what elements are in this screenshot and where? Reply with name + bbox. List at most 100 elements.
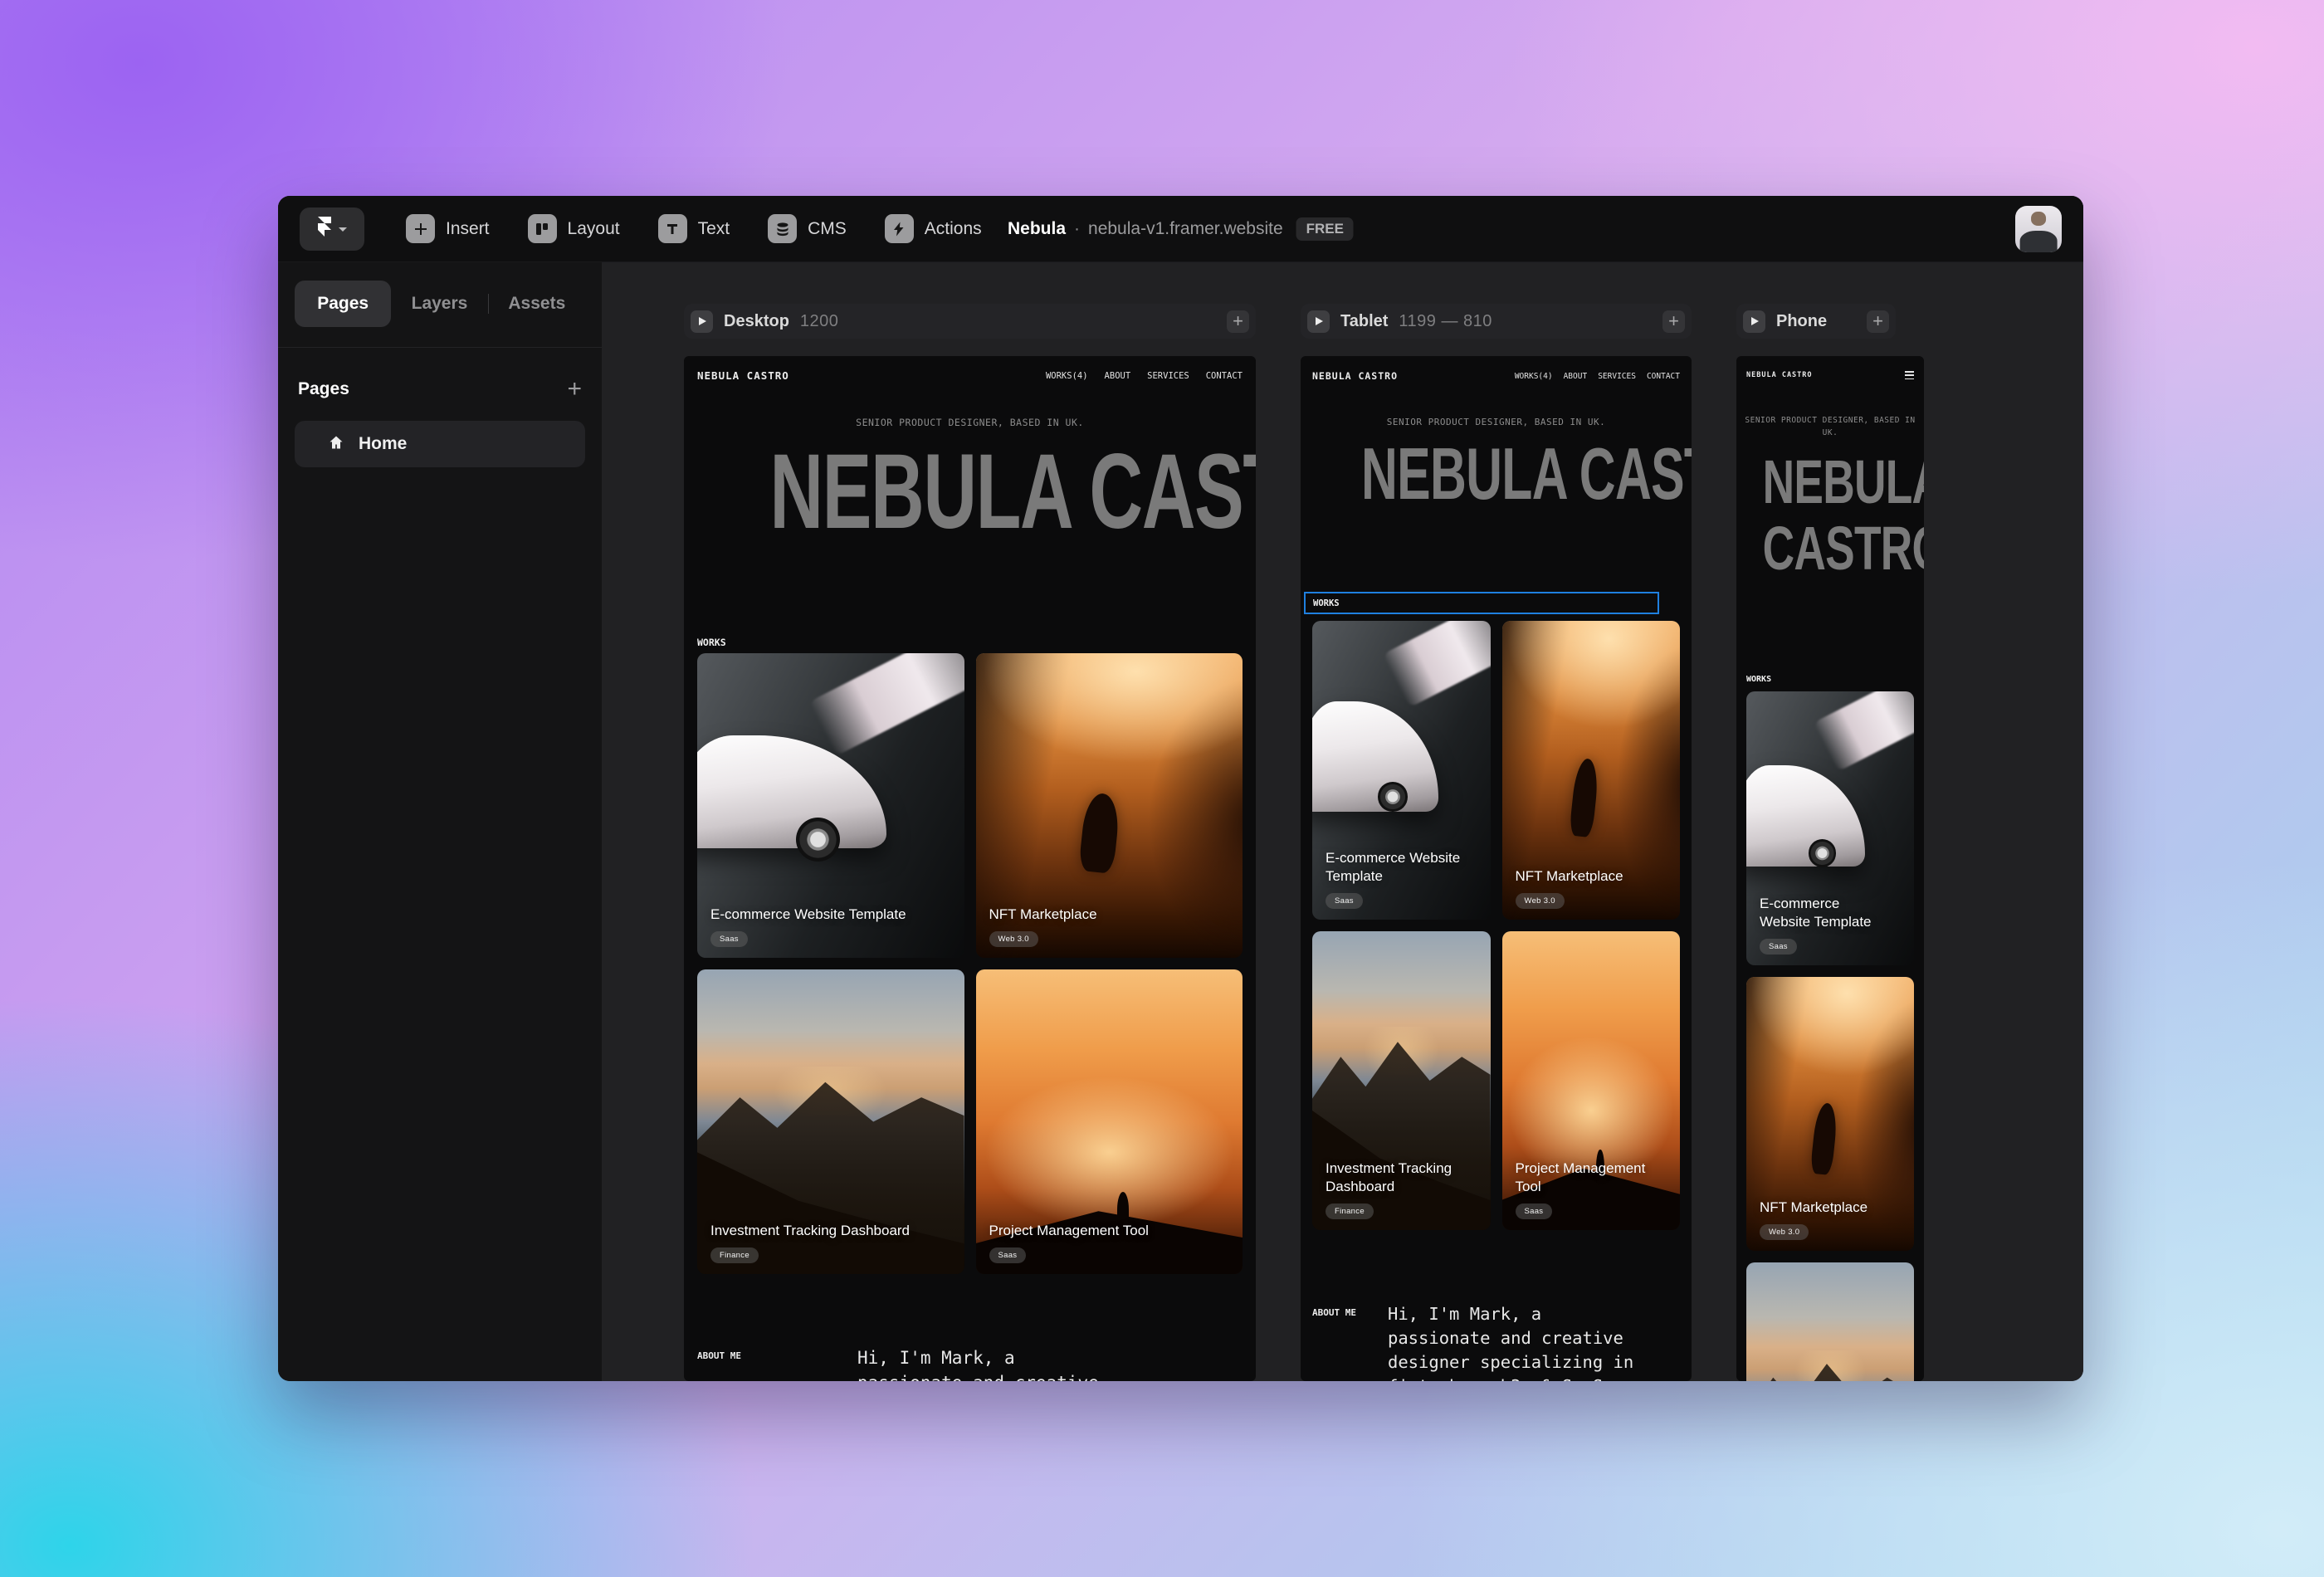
about-text[interactable]: Hi, I'm Mark, a passionate and creative xyxy=(857,1345,1243,1381)
chevron-down-icon xyxy=(339,227,347,236)
work-card-ecommerce[interactable]: E-commerce Website Template Saas xyxy=(1746,691,1914,965)
work-card-project[interactable]: Project Management Tool Saas xyxy=(976,969,1243,1274)
site-brand[interactable]: NEBULA CASTRO xyxy=(1312,370,1398,382)
nav-link-about[interactable]: ABOUT xyxy=(1105,371,1131,381)
about-label[interactable]: ABOUT ME xyxy=(697,1350,857,1361)
framer-menu-button[interactable] xyxy=(300,208,364,251)
hamburger-menu-icon[interactable] xyxy=(1905,371,1914,379)
frame-desktop[interactable]: NEBULA CASTRO WORKS(4) ABOUT SERVICES CO… xyxy=(684,356,1256,1381)
tab-pages[interactable]: Pages xyxy=(295,281,391,327)
preview-play-button[interactable] xyxy=(1743,310,1765,333)
actions-button[interactable]: Actions xyxy=(885,214,982,243)
site-hero-title[interactable]: NEBULA CASTRO xyxy=(1763,449,1898,582)
card-title: E-commerce Website Template xyxy=(1326,849,1467,886)
layout-label: Layout xyxy=(568,219,620,239)
play-icon xyxy=(699,317,706,325)
work-card-investment[interactable]: Investment Tracking Dashboard Finance xyxy=(1746,1262,1914,1381)
frame-tablet[interactable]: NEBULA CASTRO WORKS(4) ABOUT SERVICES CO… xyxy=(1301,356,1692,1381)
text-t-icon xyxy=(658,214,687,243)
works-label[interactable]: WORKS xyxy=(1746,675,1771,684)
work-card-nft[interactable]: NFT Marketplace Web 3.0 xyxy=(1502,621,1681,920)
nav-link-works[interactable]: WORKS(4) xyxy=(1046,371,1088,381)
tab-assets[interactable]: Assets xyxy=(489,281,585,327)
nav-link-contact[interactable]: CONTACT xyxy=(1647,372,1680,381)
insert-button[interactable]: Insert xyxy=(406,214,490,243)
card-title: Investment Tracking Dashboard xyxy=(1326,1160,1467,1196)
nav-link-services[interactable]: SERVICES xyxy=(1147,371,1189,381)
preview-play-button[interactable] xyxy=(1307,310,1330,333)
add-breakpoint-button[interactable]: + xyxy=(1227,310,1249,333)
add-breakpoint-button[interactable]: + xyxy=(1662,310,1685,333)
work-card-project[interactable]: Project Management Tool Saas xyxy=(1502,931,1681,1230)
card-overlay: E-commerce Website Template Saas xyxy=(1760,895,1902,954)
left-sidebar: Pages Layers Assets Pages + Home xyxy=(278,262,602,1381)
preview-play-button[interactable] xyxy=(691,310,713,333)
layout-button[interactable]: Layout xyxy=(528,214,620,243)
about-section: ABOUT ME Hi, I'm Mark, a passionate and … xyxy=(697,1345,1243,1381)
site-subtitle[interactable]: SENIOR PRODUCT DESIGNER, BASED IN UK. xyxy=(1301,417,1692,427)
card-title: NFT Marketplace xyxy=(989,906,1212,924)
card-title: E-commerce Website Template xyxy=(1760,895,1891,931)
card-overlay: Investment Tracking Dashboard Finance xyxy=(1326,1160,1479,1219)
card-title: Project Management Tool xyxy=(1516,1160,1657,1196)
design-canvas[interactable]: Desktop 1200 + NEBULA CASTRO WORKS(4) AB… xyxy=(602,262,2083,1381)
card-title: NFT Marketplace xyxy=(1516,867,1657,886)
work-card-investment[interactable]: Investment Tracking Dashboard Finance xyxy=(1312,931,1491,1230)
decor-figure xyxy=(1809,1102,1838,1175)
sidebar-tabs: Pages Layers Assets xyxy=(295,281,585,327)
site-subtitle[interactable]: SENIOR PRODUCT DESIGNER, BASED IN UK. xyxy=(684,417,1256,428)
selection-outline[interactable]: WORKS xyxy=(1304,592,1659,614)
about-text[interactable]: Hi, I'm Mark, a passionate and creative … xyxy=(1388,1302,1680,1381)
add-page-button[interactable]: + xyxy=(567,379,582,399)
card-badge: Saas xyxy=(1326,893,1363,909)
frame-name[interactable]: Tablet xyxy=(1340,312,1388,331)
actions-bolt-icon xyxy=(885,214,914,243)
site-brand[interactable]: NEBULA CASTRO xyxy=(697,369,789,382)
user-avatar[interactable] xyxy=(2015,206,2062,252)
site-brand[interactable]: NEBULA CASTRO xyxy=(1746,371,1813,379)
work-card-investment[interactable]: Investment Tracking Dashboard Finance xyxy=(697,969,964,1274)
nav-link-contact[interactable]: CONTACT xyxy=(1206,371,1243,381)
frame-dimension: 1200 xyxy=(800,312,839,331)
site-hero-title[interactable]: NEBULA CASTRO xyxy=(1361,437,1631,510)
works-label[interactable]: WORKS xyxy=(697,637,726,648)
decor-car-body xyxy=(1746,765,1865,867)
work-card-nft[interactable]: NFT Marketplace Web 3.0 xyxy=(1746,977,1914,1251)
project-name[interactable]: Nebula xyxy=(1008,219,1066,239)
sidebar-item-home[interactable]: Home xyxy=(295,421,585,467)
frame-header-phone[interactable]: Phone + xyxy=(1736,304,1896,339)
card-overlay: E-commerce Website Template Saas xyxy=(710,906,953,947)
work-card-ecommerce[interactable]: E-commerce Website Template Saas xyxy=(1312,621,1491,920)
frame-dimension: 1199 — 810 xyxy=(1399,312,1492,331)
works-grid: E-commerce Website Template Saas NFT Mar… xyxy=(1312,621,1680,1230)
works-label-selected[interactable]: WORKS xyxy=(1313,598,1340,608)
frame-header-desktop[interactable]: Desktop 1200 + xyxy=(684,304,1256,339)
nav-link-about[interactable]: ABOUT xyxy=(1564,372,1588,381)
home-icon xyxy=(328,434,344,455)
frame-phone[interactable]: NEBULA CASTRO SENIOR PRODUCT DESIGNER, B… xyxy=(1736,356,1924,1381)
card-title: E-commerce Website Template xyxy=(710,906,933,924)
desktop-background: Insert Layout Text xyxy=(0,0,2324,1577)
sidebar-divider xyxy=(278,347,602,348)
about-line: designer specializing in xyxy=(1388,1350,1680,1374)
site-hero-title[interactable]: NEBULA CASTRO xyxy=(769,439,1169,545)
site-subtitle[interactable]: SENIOR PRODUCT DESIGNER, BASED IN UK. xyxy=(1736,414,1924,439)
card-badge: Finance xyxy=(710,1247,759,1263)
work-card-nft[interactable]: NFT Marketplace Web 3.0 xyxy=(976,653,1243,958)
add-breakpoint-button[interactable]: + xyxy=(1867,310,1889,333)
cms-button[interactable]: CMS xyxy=(768,214,847,243)
work-card-ecommerce[interactable]: E-commerce Website Template Saas xyxy=(697,653,964,958)
frame-name[interactable]: Phone xyxy=(1776,312,1827,331)
card-badge: Saas xyxy=(989,1247,1027,1263)
about-label[interactable]: ABOUT ME xyxy=(1312,1307,1388,1318)
site-nav: NEBULA CASTRO WORKS(4) ABOUT SERVICES CO… xyxy=(1312,370,1680,382)
frame-name[interactable]: Desktop xyxy=(724,312,789,331)
tab-layers[interactable]: Layers xyxy=(391,281,487,327)
project-domain[interactable]: nebula-v1.framer.website xyxy=(1088,219,1283,239)
plan-badge[interactable]: FREE xyxy=(1296,217,1354,241)
text-button[interactable]: Text xyxy=(658,214,730,243)
decor-car-body xyxy=(1312,701,1438,812)
frame-header-tablet[interactable]: Tablet 1199 — 810 + xyxy=(1301,304,1692,339)
nav-link-services[interactable]: SERVICES xyxy=(1598,372,1636,381)
nav-link-works[interactable]: WORKS(4) xyxy=(1515,372,1553,381)
